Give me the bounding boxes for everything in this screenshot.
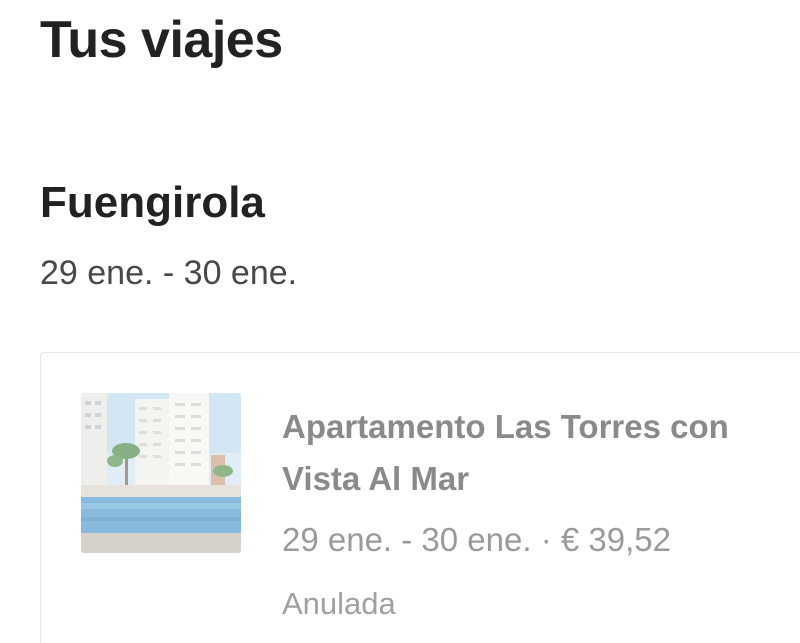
reservation-card[interactable]: Apartamento Las Torres con Vista Al Mar … (40, 352, 800, 643)
listing-name[interactable]: Apartamento Las Torres con Vista Al Mar (282, 401, 800, 505)
reservation-status: Anulada (282, 586, 396, 621)
reservation-meta: 29 ene. - 30 ene. · € 39,52 (282, 521, 671, 559)
listing-photo-image (81, 393, 241, 553)
trip-destination[interactable]: Fuengirola (40, 178, 265, 228)
listing-thumbnail[interactable] (81, 393, 241, 553)
reservation-dates: 29 ene. - 30 ene. (282, 521, 532, 558)
trip-dates: 29 ene. - 30 ene. (40, 254, 298, 292)
reservation-price: € 39,52 (560, 521, 671, 558)
meta-separator: · (540, 521, 552, 558)
page-title: Tus viajes (40, 11, 283, 69)
trips-page: Tus viajes Fuengirola 29 ene. - 30 ene. (0, 0, 800, 643)
